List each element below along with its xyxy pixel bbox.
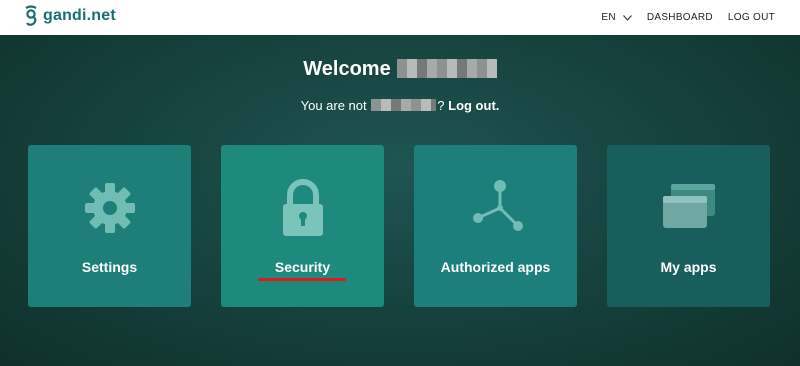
windows-icon — [662, 184, 715, 228]
card-icon-wrap — [607, 173, 770, 243]
nodes-icon — [472, 180, 523, 231]
logout-inline-link[interactable]: Log out. — [448, 98, 499, 113]
security-card[interactable]: Security — [221, 145, 384, 307]
lock-icon — [282, 179, 323, 236]
welcome-heading: Welcome — [0, 58, 800, 81]
not-you-suffix: ? — [437, 98, 445, 113]
settings-card[interactable]: Settings — [28, 145, 191, 307]
not-you-prefix: You are not — [300, 98, 367, 113]
dashboard-link[interactable]: DASHBOARD — [647, 12, 713, 23]
authorized-apps-card[interactable]: Authorized apps — [414, 145, 577, 307]
settings-card-label: Settings — [81, 259, 138, 275]
language-select[interactable]: EN — [601, 12, 632, 23]
redacted-username-small — [371, 99, 437, 112]
logout-link[interactable]: LOG OUT — [728, 12, 775, 23]
top-nav: EN DASHBOARD LOG OUT — [586, 0, 775, 35]
my-apps-card-label: My apps — [660, 259, 717, 275]
logo-text: gandi.net — [43, 7, 116, 24]
top-bar: gandi.net EN DASHBOARD LOG OUT — [0, 0, 800, 35]
card-icon-wrap — [28, 173, 191, 243]
logo[interactable]: gandi.net — [24, 5, 116, 27]
my-apps-card[interactable]: My apps — [607, 145, 770, 307]
card-icon-wrap — [221, 173, 384, 243]
redacted-username — [396, 58, 497, 78]
welcome-text: Welcome — [303, 58, 391, 80]
not-you-line: You are not ? Log out. — [0, 98, 800, 113]
security-highlight-underline — [258, 278, 346, 281]
card-icon-wrap — [414, 173, 577, 243]
chevron-down-icon — [622, 14, 632, 21]
authorized-apps-card-label: Authorized apps — [440, 259, 551, 275]
gandi-logo-icon — [25, 5, 37, 26]
language-label: EN — [601, 12, 616, 23]
gear-icon — [84, 183, 135, 233]
security-card-label: Security — [274, 259, 331, 275]
